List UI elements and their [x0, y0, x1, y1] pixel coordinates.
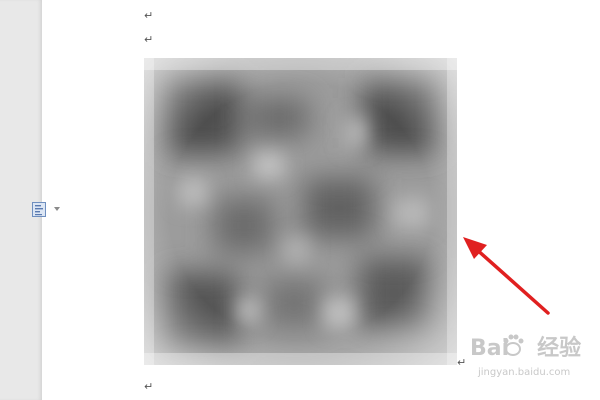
watermark-logo-text: Bai 经验: [470, 336, 582, 361]
left-margin-gutter: [0, 0, 42, 400]
baidu-jingyan-watermark: Bai 经验 jingyan.baidu.com: [470, 330, 590, 385]
paragraph-mark: ↵: [144, 33, 154, 46]
blurred-qr-code-image: [144, 58, 457, 365]
watermark-url: jingyan.baidu.com: [478, 367, 571, 378]
paragraph-mark: ↵: [457, 356, 467, 369]
chevron-down-icon: [54, 207, 60, 211]
word-editor: ↵ ↵ ↵ ↵ Bai 经验 jingyan.baidu.com: [0, 0, 600, 400]
image-layout-options-button[interactable]: [32, 202, 62, 218]
inserted-image[interactable]: [144, 58, 457, 365]
paragraph-mark: ↵: [144, 380, 154, 393]
layout-options-icon: [32, 202, 46, 217]
paragraph-mark: ↵: [144, 9, 154, 22]
